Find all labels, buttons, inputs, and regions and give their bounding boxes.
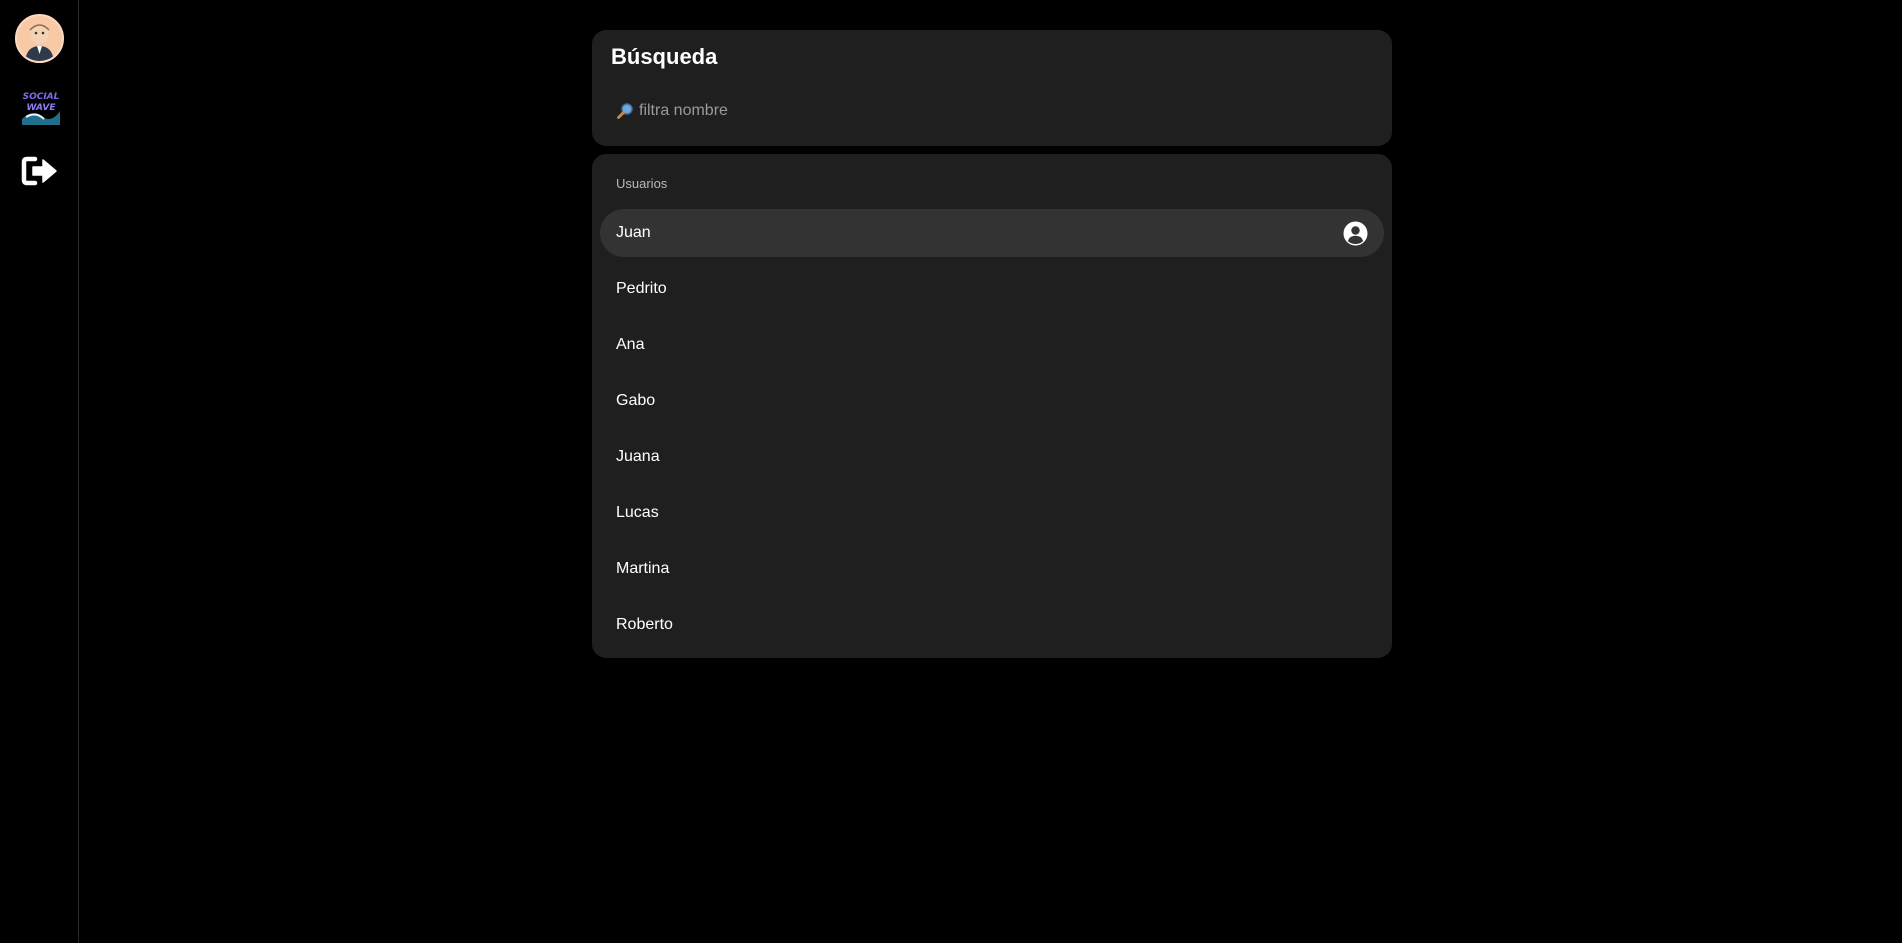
user-avatar-icon[interactable] — [15, 14, 64, 63]
list-item[interactable]: Roberto — [600, 601, 1384, 649]
list-item[interactable]: Lucas — [600, 489, 1384, 537]
user-name: Juana — [616, 448, 660, 465]
user-name: Martina — [616, 560, 670, 577]
user-name: Roberto — [616, 616, 673, 633]
search-row — [616, 98, 1376, 124]
search-icon — [616, 102, 634, 120]
user-circle-icon — [1343, 221, 1368, 246]
svg-text:SOCIAL: SOCIAL — [23, 92, 60, 102]
users-panel: Usuarios Juan Pedrito Ana Gabo Juana Luc… — [592, 154, 1392, 658]
user-list: Juan Pedrito Ana Gabo Juana Lucas Martin… — [600, 209, 1384, 657]
list-item[interactable]: Juana — [600, 433, 1384, 481]
search-panel: Búsqueda — [592, 30, 1392, 146]
page-title: Búsqueda — [611, 44, 718, 69]
users-section-label: Usuarios — [616, 176, 668, 191]
social-app-logo-icon[interactable]: SOCIAL WAVE — [20, 89, 62, 125]
list-item[interactable]: Pedrito — [600, 265, 1384, 313]
user-name: Lucas — [616, 504, 659, 521]
user-name: Ana — [616, 336, 645, 353]
sidebar: SOCIAL WAVE — [0, 0, 79, 943]
user-name: Juan — [616, 224, 651, 241]
list-item[interactable]: Juan — [600, 209, 1384, 257]
svg-text:WAVE: WAVE — [26, 103, 56, 113]
list-item[interactable]: Ana — [600, 321, 1384, 369]
logout-icon[interactable] — [21, 155, 59, 187]
search-input[interactable] — [639, 102, 1339, 120]
user-name: Pedrito — [616, 280, 667, 297]
list-item[interactable]: Gabo — [600, 377, 1384, 425]
list-item[interactable]: Martina — [600, 545, 1384, 593]
user-name: Gabo — [616, 392, 656, 409]
